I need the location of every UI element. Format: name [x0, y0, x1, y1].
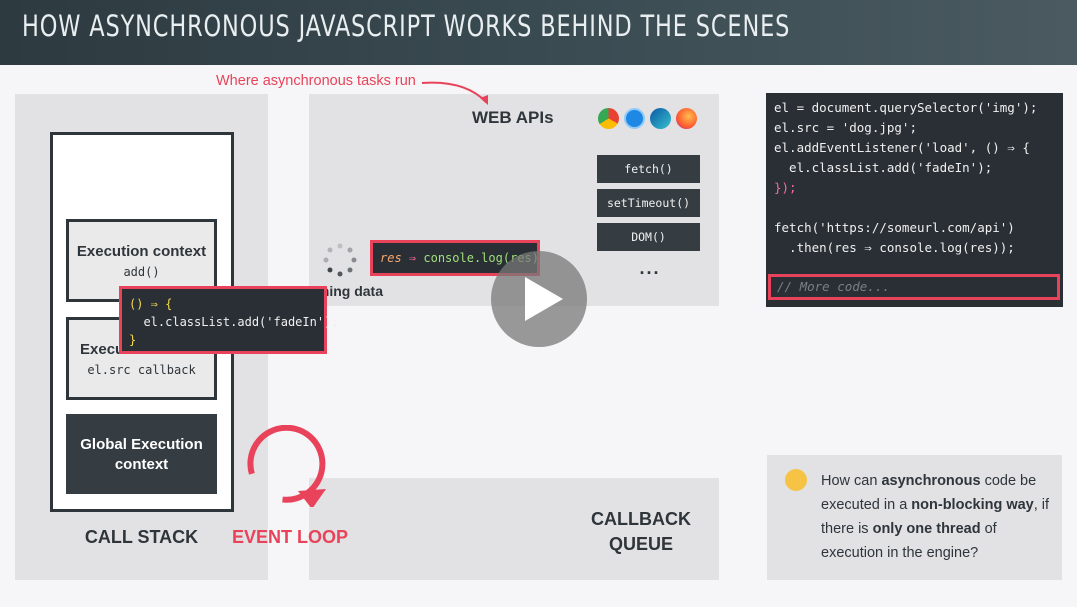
- callback-line-2: el.classList.add('fadeIn');: [129, 315, 339, 329]
- question-bold: non-blocking way: [911, 497, 1034, 513]
- callback-queue-label: CALLBACK QUEUE: [566, 507, 716, 557]
- call-stack-label: CALL STACK: [84, 527, 199, 547]
- loading-spinner-icon: [323, 243, 357, 277]
- res-param: res: [380, 251, 402, 265]
- global-execution-context: Global Execution context: [66, 414, 217, 494]
- code-line: .then(res ⇒ console.log(res));: [774, 240, 1015, 255]
- context-sub: el.src callback: [87, 363, 196, 377]
- question-text: How can asynchronous code be executed in…: [821, 469, 1056, 565]
- page-title: How Asynchronous JavaScript Works Behind…: [22, 9, 791, 43]
- res-arrow: ⇒: [401, 251, 424, 265]
- chrome-icon: [598, 108, 619, 129]
- web-apis-title: WEB APIs: [472, 108, 554, 127]
- callback-line-3: }: [129, 333, 137, 347]
- callback-line-1: () ⇒ {: [129, 297, 173, 311]
- code-line: });: [774, 180, 797, 195]
- api-settimeout: setTimeout(): [597, 189, 700, 217]
- api-dom: DOM(): [597, 223, 700, 251]
- event-loop-icon: [247, 425, 326, 507]
- context-title: Global Execution context: [80, 436, 203, 473]
- context-title: Execution context: [76, 243, 207, 260]
- question-bold: only one thread: [872, 521, 981, 537]
- code-line: el = document.querySelector('img');: [774, 100, 1038, 115]
- context-sub: add(): [123, 265, 160, 279]
- question-part: How can: [821, 473, 882, 489]
- code-line: el.addEventListener('load', () ⇒ {: [774, 140, 1030, 155]
- firefox-icon: [676, 108, 697, 129]
- more-code-box: // More code...: [768, 274, 1060, 300]
- code-line: fetch('https://someurl.com/api'): [774, 220, 1015, 235]
- question-bold: asynchronous: [881, 473, 981, 489]
- play-icon[interactable]: [525, 277, 563, 321]
- api-fetch: fetch(): [597, 155, 700, 183]
- queue-label-line-1: CALLBACK: [591, 509, 691, 529]
- code-line: el.src = 'dog.jpg';: [774, 120, 917, 135]
- queue-label-line-2: QUEUE: [608, 534, 673, 554]
- event-loop-label: EVENT LOOP: [232, 527, 349, 547]
- api-more: ...: [639, 258, 661, 278]
- safari-icon: [624, 108, 645, 129]
- edge-icon: [650, 108, 671, 129]
- annotation-arrow-icon: [421, 81, 488, 105]
- code-line: el.classList.add('fadeIn');: [774, 160, 993, 175]
- thinking-face-icon: [785, 469, 807, 491]
- callback-function-box: () ⇒ { el.classList.add('fadeIn');}: [119, 286, 339, 354]
- annotation-text: Where asynchronous tasks run: [216, 73, 416, 89]
